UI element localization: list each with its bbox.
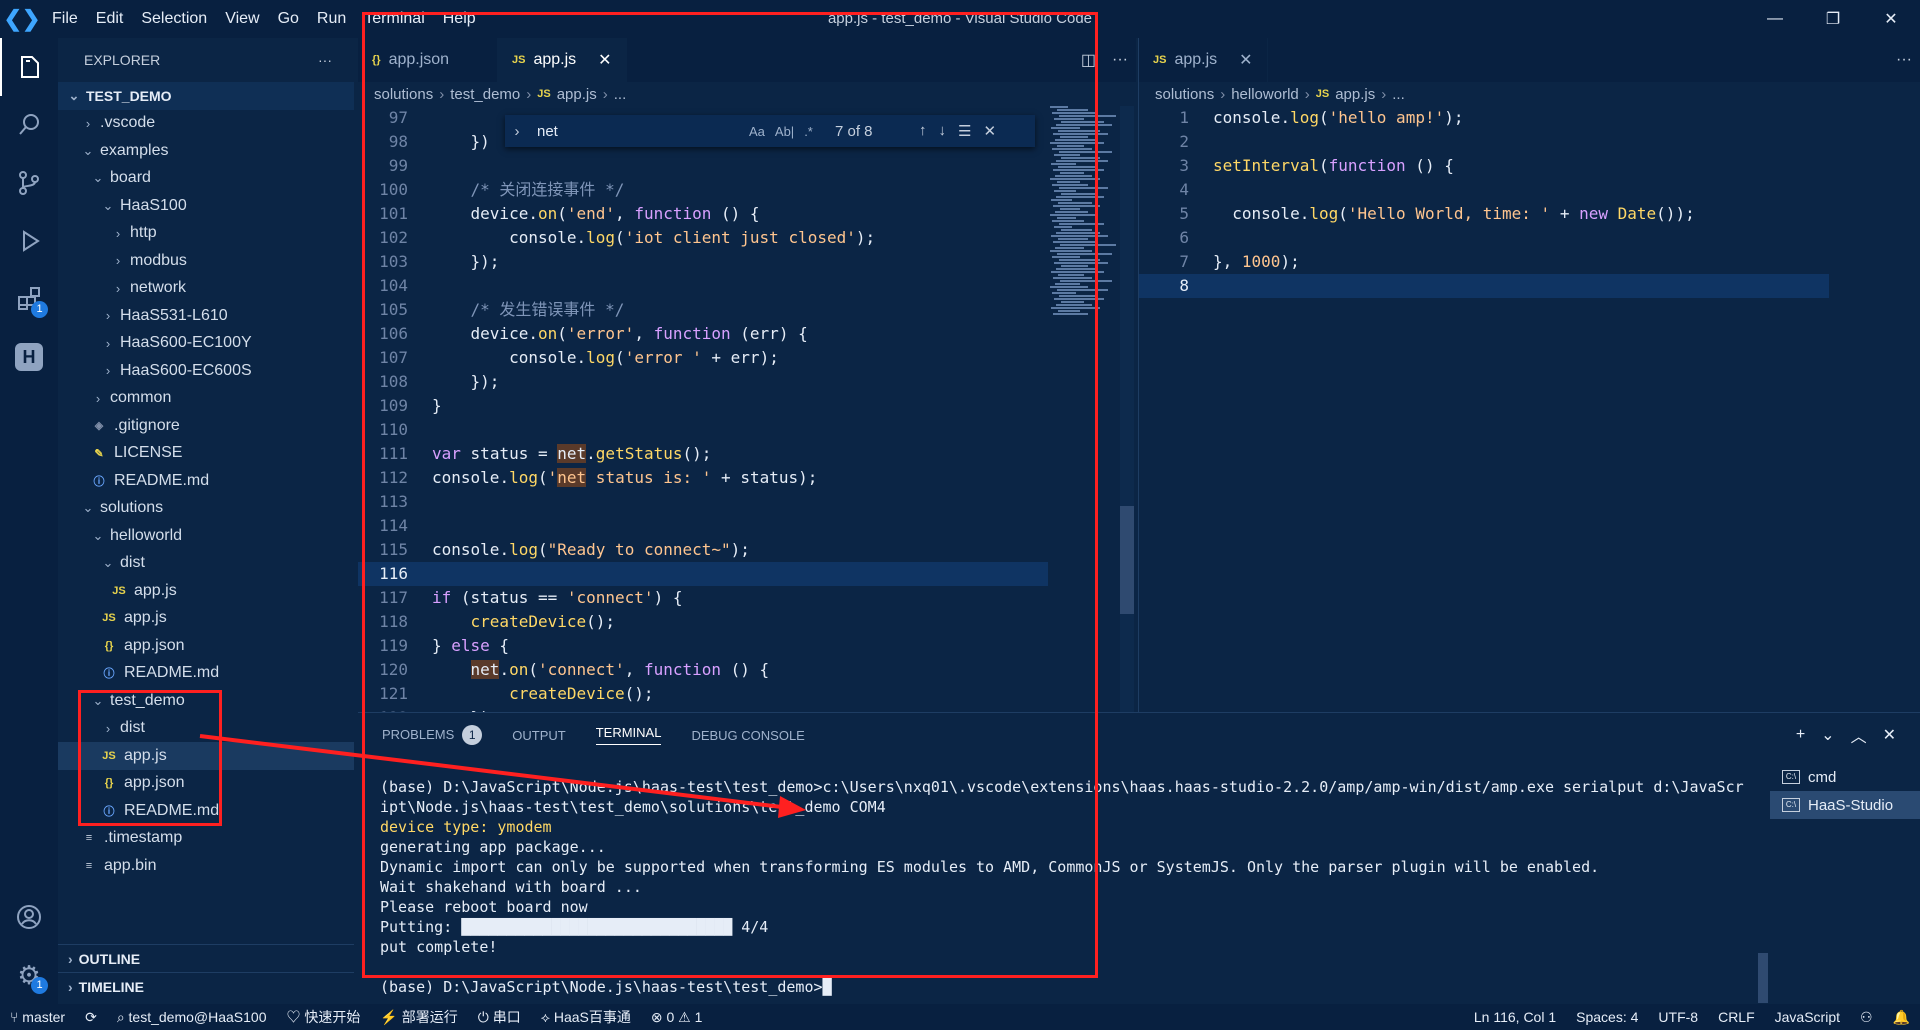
status-encoding[interactable]: UTF-8 bbox=[1648, 1009, 1708, 1026]
status-branch[interactable]: ⑂ master bbox=[0, 1009, 75, 1025]
notifications-bell-icon[interactable]: 🔔 bbox=[1883, 1009, 1920, 1026]
status-sync-icon[interactable]: ⟳ bbox=[75, 1009, 107, 1026]
status-quickstart[interactable]: ♡ 快速开始 bbox=[277, 1007, 371, 1027]
status-eol[interactable]: CRLF bbox=[1708, 1009, 1765, 1026]
status-deploy[interactable]: ⚡ 部署运行 bbox=[370, 1007, 467, 1027]
status-indentation[interactable]: Spaces: 4 bbox=[1566, 1009, 1648, 1026]
status-serial[interactable]: ⏻ 串口 bbox=[468, 1007, 531, 1027]
status-cursor-position[interactable]: Ln 116, Col 1 bbox=[1464, 1009, 1566, 1026]
arrow-line bbox=[199, 734, 791, 810]
status-problems[interactable]: ⊗ 0 ⚠ 1 bbox=[641, 1009, 713, 1026]
feedback-icon[interactable]: ⚇ bbox=[1850, 1009, 1883, 1026]
status-language[interactable]: JavaScript bbox=[1765, 1009, 1850, 1026]
status-bar: ⑂ master ⟳ ⌕ test_demo@HaaS100 ♡ 快速开始 ⚡ … bbox=[0, 1004, 1920, 1030]
status-device[interactable]: ⌕ test_demo@HaaS100 bbox=[107, 1009, 277, 1026]
status-haas-help[interactable]: ⟡ HaaS百事通 bbox=[531, 1007, 641, 1027]
annotation-arrow bbox=[199, 734, 806, 818]
arrow-head bbox=[778, 796, 806, 818]
